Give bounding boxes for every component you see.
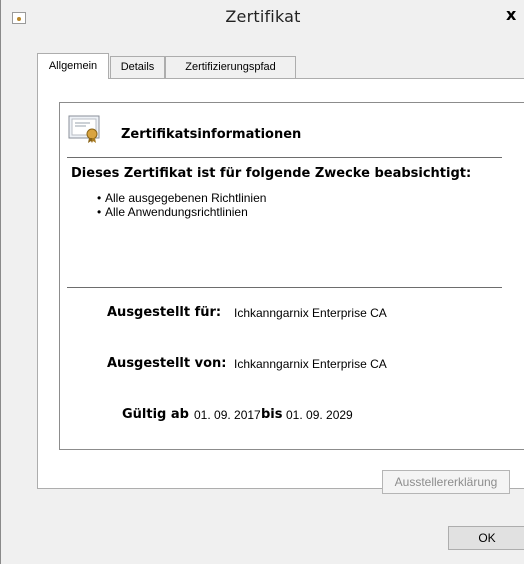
- valid-to-value: 01. 09. 2029: [286, 408, 353, 422]
- window-title: Zertifikat: [225, 7, 301, 26]
- certificate-icon: [68, 115, 100, 143]
- issued-to-value: Ichkanngarnix Enterprise CA: [234, 306, 387, 320]
- certificate-dialog: Zertifikat x Allgemein Details Zertifizi…: [0, 0, 524, 564]
- issued-by-value: Ichkanngarnix Enterprise CA: [234, 357, 387, 371]
- purpose-item: Alle Anwendungsrichtlinien: [97, 205, 266, 219]
- close-icon[interactable]: x: [506, 2, 524, 28]
- divider-top: [67, 157, 502, 158]
- purpose-item: Alle ausgegebenen Richtlinien: [97, 191, 266, 205]
- tab-allgemein[interactable]: Allgemein: [37, 53, 109, 79]
- valid-to-label: bis: [261, 407, 283, 422]
- valid-from-label: Gültig ab: [122, 407, 189, 422]
- purpose-list: Alle ausgegebenen Richtlinien Alle Anwen…: [97, 191, 266, 219]
- certificate-info-heading: Zertifikatsinformationen: [121, 127, 302, 142]
- issued-by-label: Ausgestellt von:: [107, 356, 227, 371]
- purpose-title: Dieses Zertifikat ist für folgende Zweck…: [71, 166, 472, 181]
- title-bar[interactable]: Zertifikat x: [1, 0, 524, 34]
- ok-button[interactable]: OK: [448, 526, 524, 550]
- valid-from-value: 01. 09. 2017: [194, 408, 261, 422]
- certificate-info-box: [59, 102, 524, 450]
- tab-details[interactable]: Details: [110, 56, 165, 78]
- issuer-statement-button[interactable]: Ausstellererklärung: [382, 470, 510, 494]
- tab-zertifizierungspfad[interactable]: Zertifizierungspfad: [165, 56, 296, 78]
- issued-to-label: Ausgestellt für:: [107, 305, 222, 320]
- divider-bottom: [67, 287, 502, 288]
